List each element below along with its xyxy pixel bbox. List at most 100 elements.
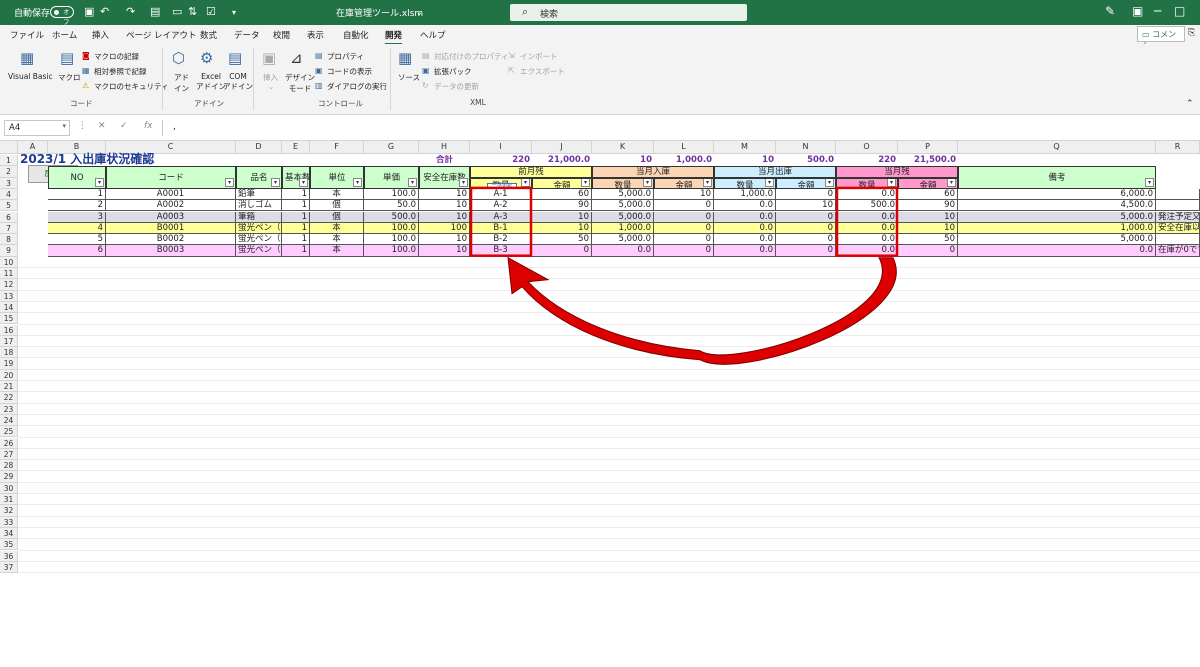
column-header-F[interactable]: F (310, 141, 364, 154)
cell-ia[interactable]: 0.0 (714, 200, 776, 212)
row-header[interactable]: 19 (0, 358, 18, 370)
row-header[interactable]: 37 (0, 561, 18, 574)
row-header[interactable]: 16 (0, 324, 18, 336)
cell-name[interactable]: 消しゴム (236, 200, 282, 212)
filter-dropdown-icon[interactable]: ▾ (299, 177, 308, 187)
cell-price[interactable]: 500.0 (364, 211, 419, 223)
row-header[interactable]: 3 (0, 177, 18, 189)
cell-oa[interactable]: 0.0 (836, 245, 898, 257)
cell-oq[interactable]: 0 (776, 188, 836, 201)
cell-code[interactable]: B0003 (106, 245, 236, 257)
cell-pa[interactable]: 5,000.0 (592, 188, 654, 201)
cell-safety[interactable]: 10 (419, 211, 470, 223)
cell-price[interactable]: 100.0 (364, 245, 419, 257)
function-icon[interactable]: fx (144, 121, 153, 131)
cell-pa[interactable]: 5,000.0 (592, 200, 654, 212)
row-header[interactable]: 9 (0, 245, 18, 257)
cell-iq[interactable]: 0 (654, 200, 714, 212)
row-header[interactable]: 29 (0, 471, 18, 483)
customize-qat-icon[interactable]: ▾ (232, 8, 236, 17)
tab-insert[interactable]: 挿入 (92, 29, 109, 41)
filter-dropdown-icon[interactable]: ▾ (521, 178, 530, 187)
cell-note[interactable]: 発注予定又は発注済みです。 (1156, 211, 1200, 223)
cell-price[interactable]: 50.0 (364, 200, 419, 212)
cell-name[interactable]: 蛍光ペン（黄） (236, 245, 282, 257)
column-header-G[interactable]: G (364, 141, 419, 154)
cell-iq[interactable]: 10 (654, 188, 714, 201)
visual-basic-button[interactable]: Visual Basic (8, 72, 53, 81)
column-header-H[interactable]: H (419, 141, 470, 154)
cell-pa[interactable]: 5,000.0 (592, 211, 654, 223)
row-header[interactable]: 32 (0, 505, 18, 517)
cell-code[interactable]: A0002 (106, 200, 236, 212)
name-box[interactable]: A4 ▾ (4, 120, 70, 136)
run-dialog-button[interactable]: ダイアログの実行 (327, 81, 387, 92)
column-header-K[interactable]: K (592, 141, 654, 154)
source-button[interactable]: ソース (398, 72, 420, 83)
column-header-R[interactable]: R (1156, 141, 1200, 154)
cell-base[interactable]: 1 (282, 200, 310, 212)
cell-no[interactable]: 3 (48, 211, 106, 223)
column-header-E[interactable]: E (282, 141, 310, 154)
cell-cq[interactable]: 60 (898, 188, 958, 201)
minimize-icon[interactable]: ─ (1154, 4, 1161, 18)
filter-dropdown-icon[interactable]: ▾ (353, 177, 362, 187)
filter-dropdown-icon[interactable]: ▾ (1145, 177, 1154, 187)
cell-note[interactable] (1156, 200, 1200, 212)
cell-unit[interactable]: 個 (310, 200, 364, 212)
design-mode-button[interactable]: デザイン モード (285, 72, 315, 94)
search-input[interactable]: ⌕ 検索 (510, 4, 747, 21)
cell-iq[interactable]: 0 (654, 234, 714, 246)
filter-dropdown-icon[interactable]: ▾ (887, 178, 896, 187)
filter-dropdown-icon[interactable]: ▾ (581, 178, 590, 187)
row-header[interactable]: 12 (0, 279, 18, 291)
row-header[interactable]: 27 (0, 448, 18, 461)
addin-button[interactable]: アド イン (174, 72, 189, 94)
cell-price[interactable]: 100.0 (364, 188, 419, 201)
column-header-P[interactable]: P (898, 141, 958, 154)
share-icon[interactable]: ⎘ (1188, 28, 1195, 38)
cell-cq[interactable]: 50 (898, 234, 958, 246)
cell-oq[interactable]: 10 (776, 200, 836, 212)
pen-icon[interactable]: ✎ (1105, 4, 1115, 18)
select-all-corner[interactable] (0, 141, 18, 154)
tab-automate[interactable]: 自動化 (343, 29, 369, 41)
cell-ia[interactable]: 0.0 (714, 211, 776, 223)
filter-dropdown-icon[interactable]: ▾ (408, 177, 417, 187)
cell-note[interactable]: 安全在庫以下です。発注して下さい。 (1156, 222, 1200, 235)
cell-cq[interactable]: 10 (898, 222, 958, 235)
row-header[interactable]: 25 (0, 426, 18, 438)
column-header-O[interactable]: O (836, 141, 898, 154)
tab-file[interactable]: ファイル (10, 29, 44, 41)
cell-unit[interactable]: 本 (310, 188, 364, 201)
cell-shelf[interactable]: B-1 (470, 222, 532, 235)
cell-iq[interactable]: 0 (654, 245, 714, 257)
check-icon[interactable]: ☑ (206, 5, 216, 18)
cell-unit[interactable]: 個 (310, 211, 364, 223)
cell-pq[interactable]: 0 (532, 245, 592, 257)
cell-base[interactable]: 1 (282, 245, 310, 257)
column-header-J[interactable]: J (532, 141, 592, 154)
cell-oa[interactable]: 500.0 (836, 200, 898, 212)
cell-code[interactable]: A0001 (106, 188, 236, 201)
row-header[interactable]: 14 (0, 301, 18, 314)
row-header[interactable]: 22 (0, 392, 18, 404)
cell-name[interactable]: 筆箱 (236, 211, 282, 223)
print-icon[interactable]: ▤ (150, 5, 160, 18)
cell-ca[interactable]: 0.0 (958, 245, 1156, 257)
cancel-icon[interactable]: ✕ (98, 121, 106, 131)
cell-name[interactable]: 蛍光ペン（青） (236, 222, 282, 235)
formula-input[interactable]: , (162, 120, 1198, 136)
row-header[interactable]: 23 (0, 403, 18, 415)
export-button[interactable]: エクスポート (520, 66, 565, 77)
tab-formulas[interactable]: 数式 (200, 29, 217, 41)
cell-no[interactable]: 6 (48, 245, 106, 257)
cell-oa[interactable]: 0.0 (836, 188, 898, 201)
macro-security-button[interactable]: マクロのセキュリティ (94, 81, 169, 92)
row-header[interactable]: 7 (0, 222, 18, 235)
column-header-Q[interactable]: Q (958, 141, 1156, 154)
row-header[interactable]: 5 (0, 200, 18, 212)
row-header[interactable]: 17 (0, 335, 18, 348)
cell-oq[interactable]: 0 (776, 245, 836, 257)
cell-ca[interactable]: 1,000.0 (958, 222, 1156, 235)
